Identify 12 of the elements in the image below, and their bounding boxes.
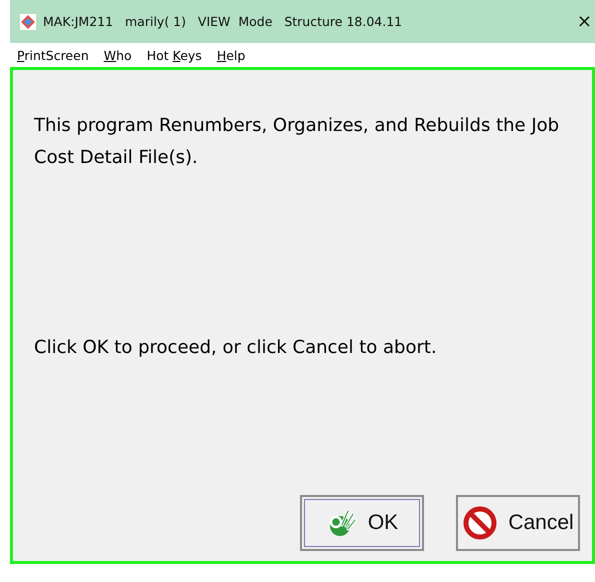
ok-button[interactable]: OK bbox=[300, 495, 424, 551]
cancel-button[interactable]: Cancel bbox=[456, 495, 580, 551]
prompt-text: Click OK to proceed, or click Cancel to abort. bbox=[34, 337, 438, 358]
menu-item[interactable]: PrintScreen bbox=[17, 48, 89, 62]
app-logo-icon bbox=[19, 12, 37, 30]
menu-item[interactable]: Help bbox=[216, 48, 246, 62]
window-title: MAK:JM211 marily( 1) VIEW Mode Structure 18.04.11 bbox=[43, 14, 404, 29]
close-button[interactable]: × bbox=[576, 12, 595, 30]
message-text: This program Renumbers, Organizes, and Rebuilds the Job Cost Detail File(s). bbox=[34, 114, 560, 170]
menu-item[interactable]: Who bbox=[104, 48, 132, 62]
prohibited-icon bbox=[462, 505, 498, 541]
menu-item[interactable]: Hot Keys bbox=[146, 48, 202, 62]
